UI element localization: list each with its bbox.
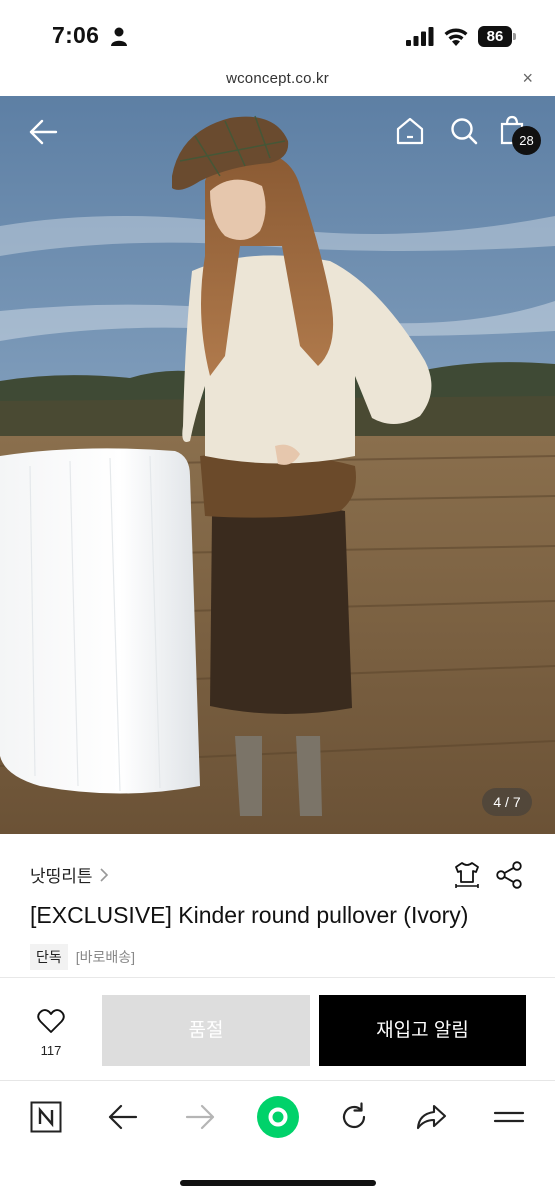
url-bar[interactable]: wconcept.co.kr × [0,68,555,96]
signal-icon [406,27,434,46]
product-title: [EXCLUSIVE] Kinder round pullover (Ivory… [30,902,469,928]
menu-button[interactable] [489,1097,529,1137]
brand-name[interactable]: 낫띵리튼 [30,862,93,887]
status-time: 7:06 [52,22,100,48]
status-bar: 7:06 86 [0,0,555,68]
product-image-carousel[interactable] [0,96,555,834]
heart-icon[interactable] [37,1008,65,1034]
product-photo [0,96,555,834]
nav-forward-button[interactable] [180,1097,220,1137]
home-indicator [180,1180,376,1186]
shipping-badge: [바로배송] [75,949,136,965]
exclusive-badge: 단독 [30,944,68,970]
forward-arrow-icon[interactable] [185,1104,215,1130]
like-button[interactable]: 117 [34,1008,68,1058]
refresh-button[interactable] [334,1097,374,1137]
url-text[interactable]: wconcept.co.kr [0,70,555,87]
image-counter: 4 / 7 [482,788,532,816]
share-icon[interactable] [495,860,523,890]
naver-n-icon[interactable] [30,1101,62,1133]
naver-home-button[interactable] [26,1097,66,1137]
divider [0,977,555,978]
size-guide-icon[interactable] [452,860,482,890]
battery-level: 86 [478,26,512,47]
product-tags: 단독 [바로배송] [30,944,135,970]
brand-link[interactable]: 낫띵리튼 [30,862,109,887]
refresh-icon[interactable] [338,1101,370,1133]
nav-back-button[interactable] [103,1097,143,1137]
battery-tip [513,33,516,40]
person-icon [111,27,127,46]
search-icon[interactable] [449,116,479,146]
menu-icon[interactable] [493,1106,525,1128]
share-button[interactable] [411,1097,451,1137]
share-arrow-icon[interactable] [415,1103,447,1131]
close-icon[interactable]: × [522,68,533,89]
like-count: 117 [40,1043,62,1058]
battery-indicator: 86 [478,26,518,47]
wifi-icon [444,28,468,46]
cart-count-badge[interactable]: 28 [512,126,541,155]
restock-alert-button[interactable]: 재입고 알림 [319,995,526,1066]
soldout-button[interactable]: 품절 [102,995,310,1066]
home-icon[interactable] [395,116,425,146]
green-dot-button[interactable] [256,1095,300,1139]
back-arrow-icon[interactable] [108,1104,138,1130]
green-dot-icon[interactable] [256,1095,300,1139]
chevron-right-icon [99,867,108,882]
back-arrow-icon[interactable] [28,118,58,146]
